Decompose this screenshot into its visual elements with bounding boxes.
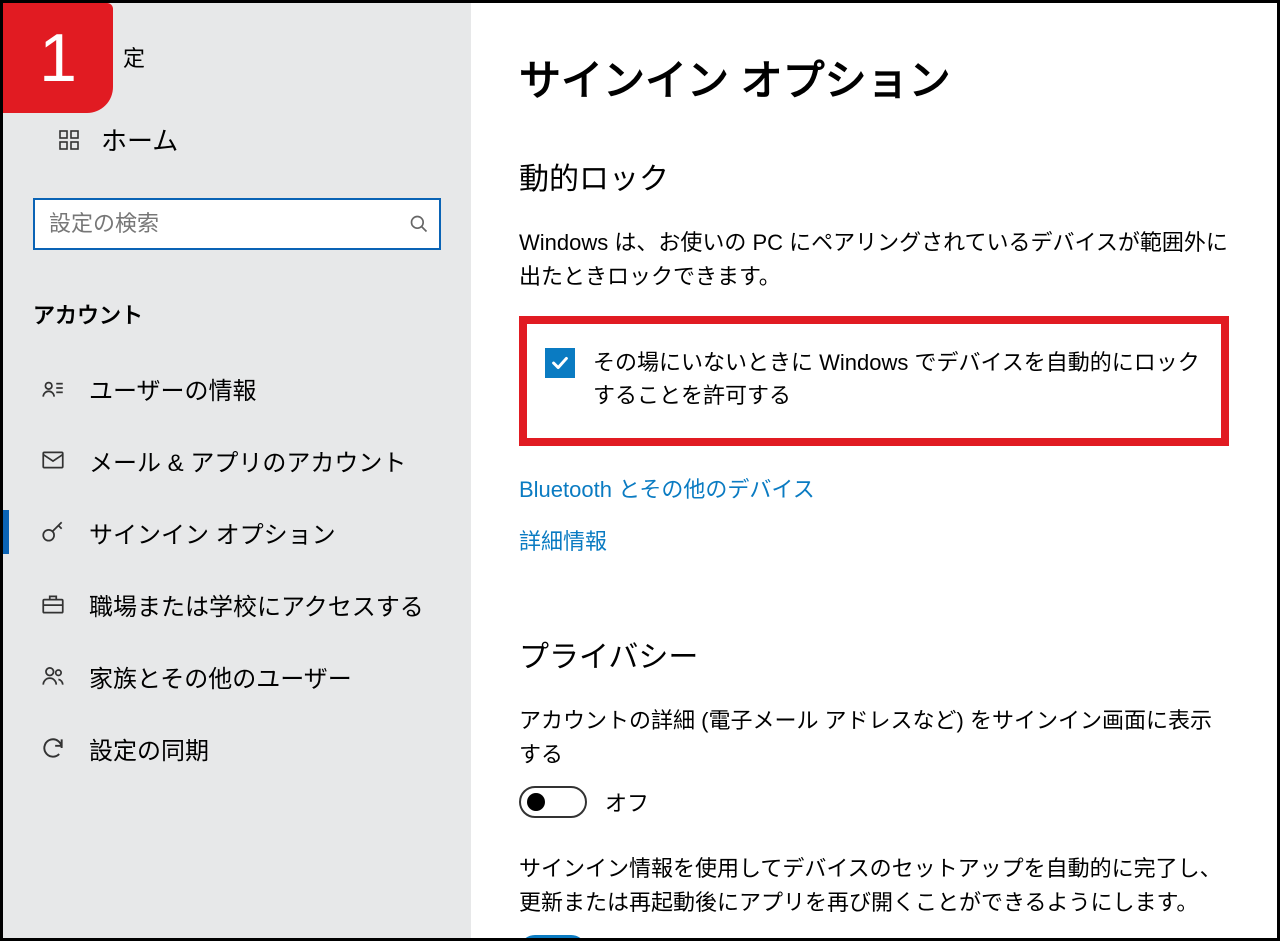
key-icon <box>39 519 67 545</box>
window-title-fragment: 定 <box>123 41 441 73</box>
toggle-state-text: オン <box>605 935 649 938</box>
toggle-signin-info[interactable] <box>519 935 587 938</box>
sidebar-item-label: 家族とその他のユーザー <box>89 659 352 694</box>
dynamic-lock-section: 動的ロック Windows は、お使いの PC にペアリングされているデバイスが… <box>519 154 1229 556</box>
home-icon <box>57 128 83 152</box>
sidebar-item-email-accounts[interactable]: メール & アプリのアカウント <box>33 424 441 496</box>
privacy-setting-signin-info: サインイン情報を使用してデバイスのセットアップを自動的に完了し、更新または再起動… <box>519 852 1229 938</box>
privacy-setting2-label: サインイン情報を使用してデバイスのセットアップを自動的に完了し、更新または再起動… <box>519 852 1229 920</box>
toggle-account-details[interactable] <box>519 786 587 818</box>
toggle-state-text: オフ <box>605 786 649 818</box>
sidebar-home[interactable]: ホーム <box>57 121 441 158</box>
search-icon <box>409 214 429 234</box>
dynamic-lock-more-info-link[interactable]: 詳細情報 <box>519 524 1229 556</box>
sidebar-item-your-info[interactable]: ユーザーの情報 <box>33 352 441 424</box>
toggle-knob <box>527 793 545 811</box>
sidebar-item-label: 設定の同期 <box>89 731 209 766</box>
sidebar-item-sync[interactable]: 設定の同期 <box>33 712 441 784</box>
privacy-setting-account-details: アカウントの詳細 (電子メール アドレスなど) をサインイン画面に表示する オフ <box>519 704 1229 818</box>
briefcase-icon <box>39 591 67 617</box>
dynamic-lock-checkbox-row[interactable]: その場にいないときに Windows でデバイスを自動的にロックすることを許可す… <box>545 346 1203 412</box>
sidebar: 定 ホーム アカウント <box>3 3 471 938</box>
sync-icon <box>39 735 67 761</box>
main-content: サインイン オプション 動的ロック Windows は、お使いの PC にペアリ… <box>471 3 1277 938</box>
page-title: サインイン オプション <box>519 47 1229 108</box>
bluetooth-devices-link[interactable]: Bluetooth とその他のデバイス <box>519 472 1229 504</box>
sidebar-item-label: サインイン オプション <box>89 515 336 550</box>
sidebar-item-work-school[interactable]: 職場または学校にアクセスする <box>33 568 441 640</box>
dynamic-lock-heading: 動的ロック <box>519 154 1229 198</box>
sidebar-nav: ユーザーの情報 メール & アプリのアカウント サインイン オプション <box>33 352 441 784</box>
search-container <box>33 198 441 250</box>
privacy-heading: プライバシー <box>519 632 1229 676</box>
sidebar-item-label: ユーザーの情報 <box>89 371 257 406</box>
sidebar-item-signin-options[interactable]: サインイン オプション <box>33 496 441 568</box>
step-badge: 1 <box>3 3 113 113</box>
dynamic-lock-description: Windows は、お使いの PC にペアリングされているデバイスが範囲外に出た… <box>519 226 1229 294</box>
sidebar-item-label: 職場または学校にアクセスする <box>89 587 424 622</box>
privacy-setting1-label: アカウントの詳細 (電子メール アドレスなど) をサインイン画面に表示する <box>519 704 1229 772</box>
people-icon <box>39 663 67 689</box>
dynamic-lock-highlight: その場にいないときに Windows でデバイスを自動的にロックすることを許可す… <box>519 316 1229 446</box>
privacy-section: プライバシー アカウントの詳細 (電子メール アドレスなど) をサインイン画面に… <box>519 632 1229 938</box>
search-input[interactable] <box>33 198 441 250</box>
checkbox-checked-icon[interactable] <box>545 348 575 378</box>
dynamic-lock-checkbox-label: その場にいないときに Windows でデバイスを自動的にロックすることを許可す… <box>593 346 1203 412</box>
sidebar-section-title: アカウント <box>33 298 441 330</box>
sidebar-item-label: メール & アプリのアカウント <box>89 443 406 478</box>
user-card-icon <box>39 375 67 401</box>
sidebar-item-family[interactable]: 家族とその他のユーザー <box>33 640 441 712</box>
sidebar-home-label: ホーム <box>101 121 178 158</box>
settings-window: 1 定 ホーム アカウント <box>0 0 1280 941</box>
mail-icon <box>39 447 67 473</box>
